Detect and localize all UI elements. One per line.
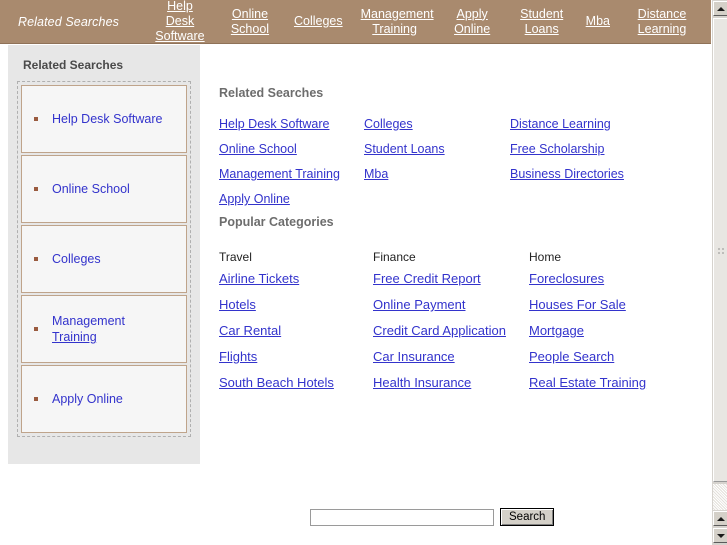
scroll-up-icon [716, 6, 725, 11]
bullet-icon [34, 257, 38, 261]
sidebar-item-line1: Online School [52, 182, 130, 196]
search-form: Search [310, 508, 555, 526]
page-root: Related Searches Help Desk Software Onli… [0, 0, 727, 545]
related-searches-heading: Related Searches [219, 86, 324, 100]
related-column-1: Help Desk Software Online School Managem… [219, 117, 340, 217]
sidebar-item-online-school[interactable]: Online School [21, 155, 187, 223]
popular-link-houses-for-sale[interactable]: Houses For Sale [529, 297, 646, 312]
nav-link-mba[interactable]: Mba [577, 14, 619, 29]
popular-column-travel: Travel Airline Tickets Hotels Car Rental… [219, 250, 334, 401]
related-link-business-directories[interactable]: Business Directories [510, 167, 624, 181]
main-content: Related Searches Help Desk Software Onli… [210, 45, 690, 398]
popular-link-health-insurance[interactable]: Health Insurance [373, 375, 506, 390]
popular-link-south-beach-hotels[interactable]: South Beach Hotels [219, 375, 334, 390]
vertical-scrollbar[interactable] [711, 0, 727, 545]
related-link-distance-learning[interactable]: Distance Learning [510, 117, 624, 131]
popular-categories-heading: Popular Categories [219, 215, 334, 229]
popular-column-finance: Finance Free Credit Report Online Paymen… [373, 250, 506, 401]
sidebar-list: Help Desk Software Online School College… [17, 81, 191, 437]
nav-link-online-school[interactable]: Online School [215, 7, 285, 37]
popular-link-real-estate-training[interactable]: Real Estate Training [529, 375, 646, 390]
popular-link-car-insurance[interactable]: Car Insurance [373, 349, 506, 364]
top-nav-title: Related Searches [18, 14, 119, 29]
bullet-icon [34, 327, 38, 331]
related-column-2: Colleges Student Loans Mba [364, 117, 445, 192]
related-link-online-school[interactable]: Online School [219, 142, 340, 156]
nav-link-student-loans[interactable]: Student Loans [507, 7, 577, 37]
related-link-free-scholarship[interactable]: Free Scholarship [510, 142, 624, 156]
popular-categories-section: Popular Categories Travel Airline Ticket… [210, 215, 690, 398]
popular-link-hotels[interactable]: Hotels [219, 297, 334, 312]
sidebar-item-line2: Training [52, 330, 97, 344]
sidebar-item-apply-online[interactable]: Apply Online [21, 365, 187, 433]
sidebar-item-line1: Apply Online [52, 392, 123, 406]
popular-link-credit-card-application[interactable]: Credit Card Application [373, 323, 506, 338]
sidebar-item-help-desk-software[interactable]: Help Desk Software [21, 85, 187, 153]
scrollbar-thumb[interactable] [713, 18, 727, 482]
top-nav-bar: Related Searches Help Desk Software Onli… [0, 0, 711, 44]
popular-column-heading-home: Home [529, 250, 562, 264]
search-input[interactable] [310, 508, 494, 526]
related-column-3: Distance Learning Free Scholarship Busin… [510, 117, 624, 192]
sidebar-item-label[interactable]: Apply Online [52, 391, 123, 407]
popular-link-foreclosures[interactable]: Foreclosures [529, 271, 646, 286]
sidebar-item-label[interactable]: Help Desk Software [52, 111, 162, 127]
nav-link-help-desk-software[interactable]: Help Desk Software [145, 0, 215, 44]
scroll-up-button-bottom[interactable] [713, 511, 727, 526]
popular-link-free-credit-report[interactable]: Free Credit Report [373, 271, 506, 286]
popular-column-heading-finance: Finance [373, 250, 416, 264]
related-link-colleges[interactable]: Colleges [364, 117, 445, 131]
sidebar-item-colleges[interactable]: Colleges [21, 225, 187, 293]
popular-categories-columns: Travel Airline Tickets Hotels Car Rental… [219, 250, 690, 398]
related-link-help-desk-software[interactable]: Help Desk Software [219, 117, 340, 131]
related-link-mba[interactable]: Mba [364, 167, 445, 181]
bullet-icon [34, 117, 38, 121]
nav-link-colleges[interactable]: Colleges [285, 14, 352, 29]
scrollbar-track[interactable] [713, 484, 727, 510]
related-link-management-training[interactable]: Management Training [219, 167, 340, 181]
popular-link-people-search[interactable]: People Search [529, 349, 646, 364]
popular-link-airline-tickets[interactable]: Airline Tickets [219, 271, 334, 286]
bullet-icon [34, 187, 38, 191]
related-link-student-loans[interactable]: Student Loans [364, 142, 445, 156]
sidebar-item-label[interactable]: Colleges [52, 251, 101, 267]
sidebar-title: Related Searches [23, 58, 124, 72]
popular-link-online-payment[interactable]: Online Payment [373, 297, 506, 312]
sidebar: Related Searches Help Desk Software Onli… [8, 45, 200, 464]
sidebar-item-label[interactable]: Online School [52, 181, 130, 197]
scroll-down-button[interactable] [713, 528, 727, 543]
related-searches-links: Help Desk Software Online School Managem… [219, 117, 690, 215]
bullet-icon [34, 397, 38, 401]
popular-column-home: Home Foreclosures Houses For Sale Mortga… [529, 250, 646, 401]
nav-link-distance-learning[interactable]: Distance Learning [619, 7, 705, 37]
sidebar-item-line1: Help Desk Software [52, 112, 163, 126]
search-button[interactable]: Search [500, 508, 555, 526]
sidebar-item-label[interactable]: Management Training [52, 313, 125, 345]
sidebar-item-line1: Management [52, 314, 125, 328]
scroll-up-button[interactable] [713, 1, 727, 16]
popular-link-mortgage[interactable]: Mortgage [529, 323, 646, 338]
nav-link-management-training[interactable]: Management Training [352, 7, 438, 37]
popular-column-heading-travel: Travel [219, 250, 252, 264]
scrollbar-grip-icon [717, 247, 726, 256]
scroll-down-icon [716, 533, 725, 538]
popular-link-car-rental[interactable]: Car Rental [219, 323, 334, 338]
sidebar-item-line1: Colleges [52, 252, 101, 266]
sidebar-item-management-training[interactable]: Management Training [21, 295, 187, 363]
scroll-up-icon [716, 516, 725, 521]
popular-link-flights[interactable]: Flights [219, 349, 334, 364]
related-link-apply-online[interactable]: Apply Online [219, 192, 340, 206]
nav-link-apply-online[interactable]: Apply Online [438, 7, 507, 37]
